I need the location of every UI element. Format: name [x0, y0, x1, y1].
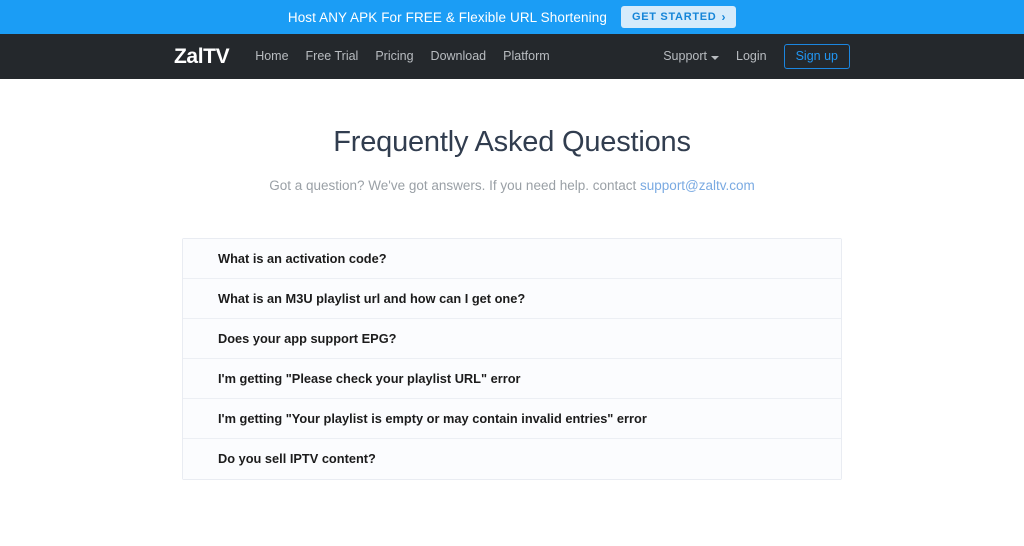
promo-banner-text: Host ANY APK For FREE & Flexible URL Sho…: [287, 9, 607, 25]
faq-list-wrapper: What is an activation code? What is an M…: [0, 237, 1024, 480]
nav-support-label: Support: [663, 49, 707, 64]
page-title: Frequently Asked Questions: [333, 126, 691, 158]
faq-item[interactable]: What is an M3U playlist url and how can …: [183, 278, 841, 319]
faq-question-label: What is an M3U playlist url and how can …: [218, 290, 526, 306]
nav-link-free-trial[interactable]: Free Trial: [306, 50, 359, 63]
nav-link-login[interactable]: Login: [736, 50, 767, 63]
navbar-right-group: Support Login Sign up: [663, 43, 850, 70]
get-started-label: GET STARTED: [631, 10, 717, 23]
faq-question-label: Does your app support EPG?: [218, 330, 397, 346]
nav-link-pricing[interactable]: Pricing: [375, 50, 413, 63]
nav-link-platform[interactable]: Platform: [503, 50, 550, 63]
main-navbar: ZalTV Home Free Trial Pricing Download P…: [0, 34, 1024, 79]
faq-question-label: I'm getting "Your playlist is empty or m…: [218, 410, 647, 426]
nav-support-dropdown[interactable]: Support: [663, 50, 719, 63]
primary-nav-links: Home Free Trial Pricing Download Platfor…: [255, 50, 550, 63]
chevron-down-icon: [711, 55, 719, 60]
faq-question-label: Do you sell IPTV content?: [218, 451, 376, 467]
get-started-button[interactable]: GET STARTED ›: [620, 6, 737, 28]
promo-banner: Host ANY APK For FREE & Flexible URL Sho…: [0, 0, 1024, 34]
faq-question-label: I'm getting "Please check your playlist …: [218, 370, 521, 386]
faq-item[interactable]: Does your app support EPG?: [183, 318, 841, 359]
nav-link-download[interactable]: Download: [431, 50, 487, 63]
faq-list: What is an activation code? What is an M…: [182, 237, 842, 480]
faq-item[interactable]: Do you sell IPTV content?: [183, 438, 841, 479]
faq-item[interactable]: I'm getting "Your playlist is empty or m…: [183, 398, 841, 439]
page-subtitle: Got a question? We've got answers. If yo…: [0, 177, 1024, 196]
support-email-link[interactable]: support@zaltv.com: [640, 178, 755, 193]
nav-link-home[interactable]: Home: [255, 50, 288, 63]
faq-item[interactable]: What is an activation code?: [183, 238, 841, 279]
sign-up-button[interactable]: Sign up: [783, 43, 850, 70]
navbar-left-group: ZalTV Home Free Trial Pricing Download P…: [174, 46, 550, 67]
page-subtitle-text: Got a question? We've got answers. If yo…: [269, 177, 641, 193]
faq-page-main: Frequently Asked Questions Got a questio…: [0, 79, 1024, 480]
brand-logo[interactable]: ZalTV: [174, 46, 230, 67]
faq-question-label: What is an activation code?: [218, 250, 387, 266]
faq-item[interactable]: I'm getting "Please check your playlist …: [183, 358, 841, 399]
chevron-right-icon: ›: [721, 10, 727, 24]
